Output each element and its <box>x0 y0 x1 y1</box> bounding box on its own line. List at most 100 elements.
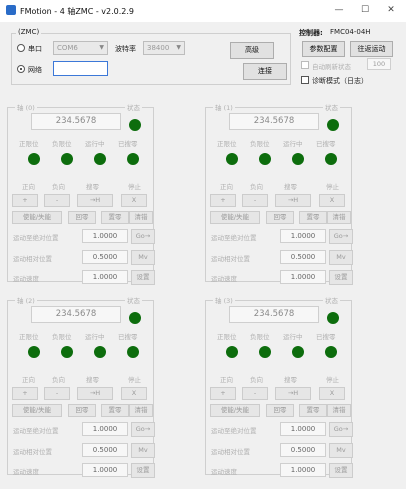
homed-label: 已搜零 <box>316 140 336 148</box>
rel-move-label: 运动相对位置 <box>211 255 250 263</box>
maximize-button[interactable]: ☐ <box>356 3 374 17</box>
search-home-label: 搜零 <box>86 183 99 191</box>
home-button[interactable]: 回零 <box>266 404 294 417</box>
jog-neg-button[interactable]: - <box>44 194 70 207</box>
status-led <box>129 119 141 131</box>
running-led <box>94 153 106 165</box>
stop-label: 停止 <box>128 183 141 191</box>
jog-neg-button[interactable]: - <box>242 387 268 400</box>
zero-button[interactable]: 置零 <box>101 404 129 417</box>
limit-neg-label: 负限位 <box>250 333 270 341</box>
home-button[interactable]: 回零 <box>68 404 96 417</box>
enable-button[interactable]: 使能/失能 <box>12 404 62 417</box>
stop-label: 停止 <box>326 183 339 191</box>
rel-move-input[interactable]: 0.5000 <box>280 250 326 264</box>
zero-button[interactable]: 置零 <box>101 211 129 224</box>
jog-pos-button[interactable]: + <box>210 387 236 400</box>
com-port-select[interactable]: COM6 ▼ <box>53 41 108 55</box>
minimize-button[interactable]: — <box>330 3 348 17</box>
speed-input[interactable]: 1.0000 <box>82 463 128 477</box>
limit-pos-led <box>226 153 238 165</box>
rel-move-input[interactable]: 0.5000 <box>82 250 128 264</box>
connect-button[interactable]: 连接 <box>243 63 287 80</box>
rel-move-button[interactable]: Mv <box>131 250 155 265</box>
jog-neg-label: 负向 <box>250 183 263 191</box>
limit-neg-led <box>259 346 271 358</box>
limit-pos-label: 正限位 <box>217 140 237 148</box>
param-config-button[interactable]: 参数配置 <box>302 41 345 57</box>
diag-mode-checkbox[interactable] <box>301 76 309 84</box>
limit-pos-label: 正限位 <box>217 333 237 341</box>
abs-move-input[interactable]: 1.0000 <box>82 229 128 243</box>
search-home-label: 搜零 <box>284 376 297 384</box>
abs-move-button[interactable]: Go→ <box>329 422 353 437</box>
stop-button[interactable]: X <box>319 194 345 207</box>
rel-move-button[interactable]: Mv <box>329 443 353 458</box>
clear-error-button[interactable]: 清错 <box>129 211 153 224</box>
rel-move-button[interactable]: Mv <box>329 250 353 265</box>
axis-title: 轴 (2) <box>15 295 37 305</box>
abs-move-input[interactable]: 1.0000 <box>280 422 326 436</box>
clear-error-button[interactable]: 清错 <box>129 404 153 417</box>
home-button[interactable]: 回零 <box>68 211 96 224</box>
speed-input[interactable]: 1.0000 <box>280 463 326 477</box>
running-label: 运行中 <box>283 140 303 148</box>
advanced-button[interactable]: 高级 <box>230 42 274 59</box>
jog-pos-button[interactable]: + <box>12 387 38 400</box>
search-home-button[interactable]: →H <box>77 387 113 400</box>
abs-move-label: 运动至绝对位置 <box>211 427 257 435</box>
jog-neg-label: 负向 <box>52 183 65 191</box>
enable-button[interactable]: 使能/失能 <box>12 211 62 224</box>
limit-neg-label: 负限位 <box>52 140 72 148</box>
status-led <box>327 119 339 131</box>
homed-led <box>325 346 337 358</box>
baud-select[interactable]: 38400 ▼ <box>143 41 185 55</box>
search-home-button[interactable]: →H <box>77 194 113 207</box>
search-home-button[interactable]: →H <box>275 194 311 207</box>
abs-move-input[interactable]: 1.0000 <box>82 422 128 436</box>
zero-button[interactable]: 置零 <box>299 211 327 224</box>
search-home-button[interactable]: →H <box>275 387 311 400</box>
rel-move-input[interactable]: 0.5000 <box>82 443 128 457</box>
speed-button[interactable]: 设置 <box>131 270 155 285</box>
speed-button[interactable]: 设置 <box>329 463 353 478</box>
jog-neg-button[interactable]: - <box>242 194 268 207</box>
clear-error-button[interactable]: 清错 <box>327 211 351 224</box>
refresh-interval-input[interactable]: 100 <box>367 58 391 70</box>
abs-move-input[interactable]: 1.0000 <box>280 229 326 243</box>
enable-button[interactable]: 使能/失能 <box>210 211 260 224</box>
jog-pos-label: 正向 <box>22 376 35 384</box>
speed-input[interactable]: 1.0000 <box>280 270 326 284</box>
home-button[interactable]: 回零 <box>266 211 294 224</box>
abs-move-button[interactable]: Go→ <box>131 422 155 437</box>
abs-move-button[interactable]: Go→ <box>329 229 353 244</box>
rel-move-button[interactable]: Mv <box>131 443 155 458</box>
stop-button[interactable]: X <box>121 194 147 207</box>
abs-move-button[interactable]: Go→ <box>131 229 155 244</box>
network-radio[interactable] <box>17 65 25 73</box>
jog-pos-button[interactable]: + <box>12 194 38 207</box>
stop-button[interactable]: X <box>121 387 147 400</box>
clear-error-button[interactable]: 清错 <box>327 404 351 417</box>
rel-move-input[interactable]: 0.5000 <box>280 443 326 457</box>
close-button[interactable]: ✕ <box>382 3 400 17</box>
round-trip-button[interactable]: 往返运动 <box>350 41 393 57</box>
status-label: 状态 <box>125 102 142 112</box>
axis-title: 轴 (0) <box>15 102 37 112</box>
jog-pos-button[interactable]: + <box>210 194 236 207</box>
ip-input[interactable] <box>53 61 108 76</box>
stop-button[interactable]: X <box>319 387 345 400</box>
baud-label: 波特率 <box>115 45 136 53</box>
zero-button[interactable]: 置零 <box>299 404 327 417</box>
status-label: 状态 <box>323 102 340 112</box>
speed-input[interactable]: 1.0000 <box>82 270 128 284</box>
jog-pos-label: 正向 <box>220 376 233 384</box>
auto-refresh-checkbox[interactable] <box>301 61 309 69</box>
enable-button[interactable]: 使能/失能 <box>210 404 260 417</box>
serial-radio[interactable] <box>17 44 25 52</box>
jog-neg-button[interactable]: - <box>44 387 70 400</box>
speed-button[interactable]: 设置 <box>131 463 155 478</box>
axis-title: 轴 (1) <box>213 102 235 112</box>
limit-pos-led <box>226 346 238 358</box>
speed-button[interactable]: 设置 <box>329 270 353 285</box>
